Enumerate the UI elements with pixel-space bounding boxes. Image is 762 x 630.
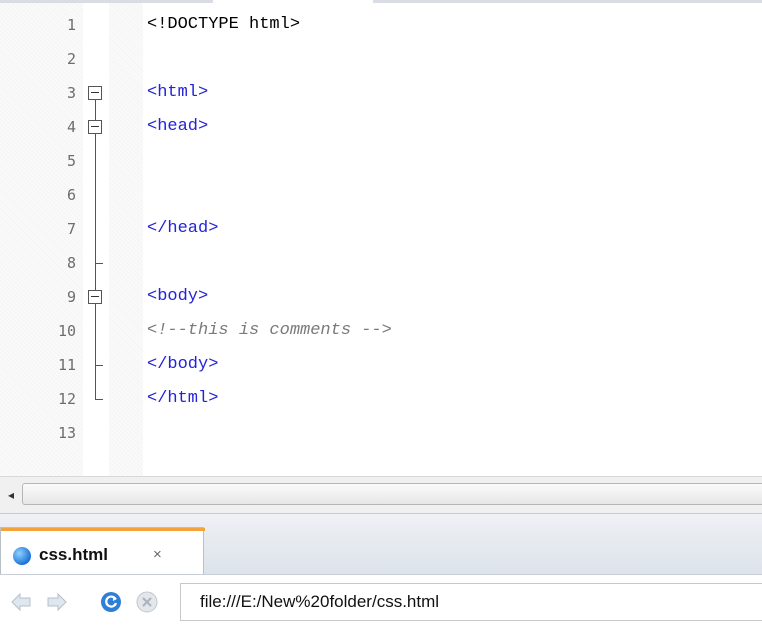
- code-tag: <head>: [147, 117, 209, 136]
- globe-icon: [13, 547, 31, 565]
- fold-collapse-icon[interactable]: [88, 290, 102, 304]
- fold-collapse-icon[interactable]: [88, 120, 102, 134]
- back-arrow-icon[interactable]: [10, 591, 32, 613]
- line-number: 3: [66, 84, 76, 102]
- scrollbar-thumb[interactable]: [22, 483, 762, 505]
- line-number: 12: [57, 390, 76, 408]
- line-number: 7: [66, 220, 76, 238]
- line-number: 13: [57, 424, 76, 442]
- code-tag: <html>: [147, 83, 209, 102]
- code-tag: </html>: [147, 389, 219, 408]
- url-address-input[interactable]: file:///E:/New%20folder/css.html: [180, 583, 762, 621]
- line-number: 6: [66, 186, 76, 204]
- stop-icon[interactable]: [136, 591, 158, 613]
- code-doctype: <!DOCTYPE html>: [147, 15, 301, 34]
- close-tab-icon[interactable]: ×: [153, 546, 162, 563]
- code-tag: </body>: [147, 355, 219, 374]
- fold-guide-line: [95, 100, 96, 399]
- tab-label: css.html: [39, 545, 108, 564]
- line-number: 9: [66, 288, 76, 306]
- fold-end-marker: [95, 399, 103, 400]
- line-number: 11: [57, 356, 76, 374]
- scroll-left-icon[interactable]: ◂: [4, 486, 18, 504]
- line-number: 8: [66, 254, 76, 272]
- active-tab-indicator: [1, 528, 205, 531]
- tab-css-html[interactable]: css.html ×: [0, 527, 205, 574]
- horizontal-scrollbar[interactable]: ◂: [0, 476, 762, 514]
- line-number: 1: [66, 16, 76, 34]
- code-editor[interactable]: 1 <!DOCTYPE html> 2 3 <html> 4 <head> 5 6 7 </head…: [0, 0, 762, 476]
- line-number: 10: [57, 322, 76, 340]
- fold-collapse-icon[interactable]: [88, 86, 102, 100]
- forward-arrow-icon[interactable]: [46, 591, 68, 613]
- code-tag: <body>: [147, 287, 209, 306]
- line-number: 4: [66, 118, 76, 136]
- line-number: 2: [66, 50, 76, 68]
- reload-icon[interactable]: [100, 591, 122, 613]
- address-toolbar: file:///E:/New%20folder/css.html: [0, 574, 762, 630]
- line-number: 5: [66, 152, 76, 170]
- code-area[interactable]: [143, 3, 762, 476]
- fold-end-marker: [95, 365, 103, 366]
- code-comment: <!--this is comments -->: [147, 321, 392, 340]
- tab-strip: css.html ×: [0, 514, 762, 574]
- code-tag: </head>: [147, 219, 219, 238]
- fold-end-marker: [95, 263, 103, 264]
- fold-margin: [83, 3, 109, 476]
